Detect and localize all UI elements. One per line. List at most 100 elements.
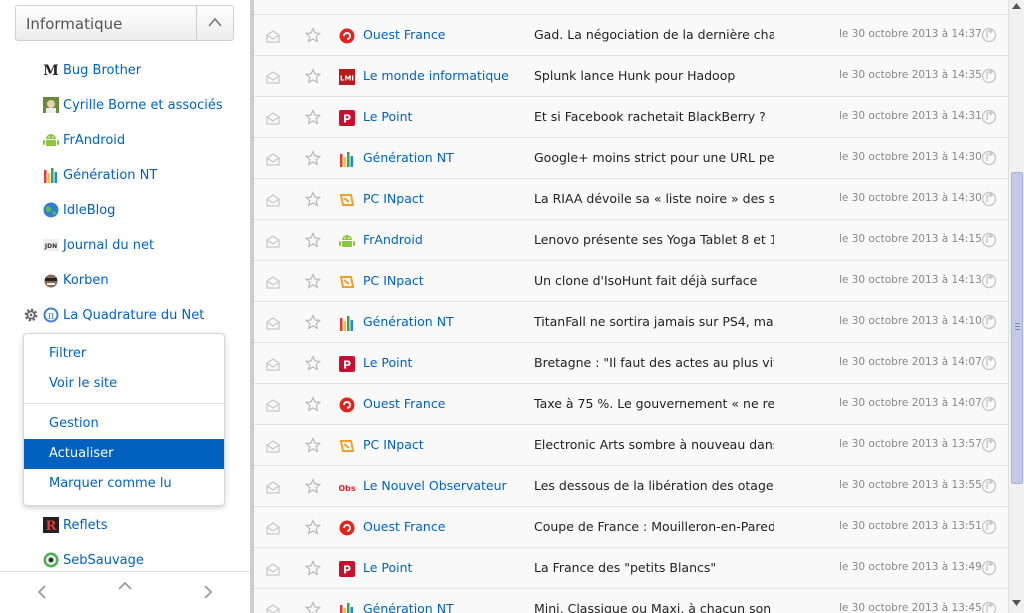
feed-item-sebsauvage[interactable]: SebSauvage [43, 550, 144, 570]
article-row[interactable]: Ouest France Coupe de France : Mouillero… [254, 507, 1008, 548]
category-toggle-button[interactable] [196, 6, 233, 40]
scrollbar[interactable] [1008, 0, 1024, 613]
mark-unread-icon[interactable] [265, 151, 281, 167]
article-row-partial[interactable] [254, 0, 1008, 15]
article-source[interactable]: Le monde informatique [363, 68, 509, 83]
next-button[interactable] [198, 582, 218, 602]
article-row[interactable]: PC INpact La RIAA dévoile sa « liste noi… [254, 179, 1008, 220]
article-row[interactable]: LMI Le monde informatique Splunk lance H… [254, 56, 1008, 97]
article-row[interactable]: PC INpact Electronic Arts sombre à nouve… [254, 425, 1008, 466]
mark-unread-icon[interactable] [265, 438, 281, 454]
feed-item-cyrille-borne[interactable]: Cyrille Borne et associés [43, 95, 223, 115]
article-source[interactable]: Le Point [363, 355, 412, 370]
scroll-thumb[interactable] [1011, 172, 1023, 484]
mark-unread-icon[interactable] [265, 602, 281, 613]
star-icon[interactable] [305, 478, 321, 494]
article-source[interactable]: Génération NT [363, 150, 454, 165]
star-icon[interactable] [305, 68, 321, 84]
mark-unread-icon[interactable] [265, 110, 281, 126]
star-icon[interactable] [305, 560, 321, 576]
feed-item-quadrature[interactable]: π La Quadrature du Net [43, 305, 204, 325]
article-title[interactable]: Mini, Classique ou Maxi, à chacun son s.… [534, 601, 774, 613]
article-title[interactable]: TitanFall ne sortira jamais sur PS4, mai… [534, 314, 774, 329]
share-icon[interactable] [981, 314, 997, 330]
share-icon[interactable] [981, 273, 997, 289]
article-source[interactable]: PC INpact [363, 437, 424, 452]
article-source[interactable]: Ouest France [363, 27, 445, 42]
article-title[interactable]: Google+ moins strict pour une URL pers..… [534, 150, 774, 165]
article-title[interactable]: Splunk lance Hunk pour Hadoop [534, 68, 774, 83]
mark-unread-icon[interactable] [265, 561, 281, 577]
article-source[interactable]: Ouest France [363, 519, 445, 534]
article-title[interactable]: Taxe à 75 %. Le gouvernement « ne revi..… [534, 396, 774, 411]
article-row[interactable]: Ouest France Gad. La négociation de la d… [254, 15, 1008, 56]
article-row[interactable]: P Le Point Et si Facebook rachetait Blac… [254, 97, 1008, 138]
share-icon[interactable] [981, 601, 997, 613]
mark-unread-icon[interactable] [265, 274, 281, 290]
share-icon[interactable] [981, 437, 997, 453]
feed-item-bug-brother[interactable]: M Bug Brother [43, 60, 141, 80]
mark-unread-icon[interactable] [265, 479, 281, 495]
mark-unread-icon[interactable] [265, 397, 281, 413]
menu-item-view-site[interactable]: Voir le site [24, 369, 224, 399]
star-icon[interactable] [305, 601, 321, 613]
article-row[interactable]: P Le Point Bretagne : "Il faut des actes… [254, 343, 1008, 384]
star-icon[interactable] [305, 109, 321, 125]
share-icon[interactable] [981, 232, 997, 248]
article-source[interactable]: FrAndroid [363, 232, 423, 247]
article-row[interactable]: FrAndroid Lenovo présente ses Yoga Table… [254, 220, 1008, 261]
share-icon[interactable] [981, 355, 997, 371]
share-icon[interactable] [981, 191, 997, 207]
menu-item-filter[interactable]: Filtrer [24, 339, 224, 369]
article-title[interactable]: Lenovo présente ses Yoga Tablet 8 et 10 … [534, 232, 774, 247]
mark-unread-icon[interactable] [265, 69, 281, 85]
feed-item-generation-nt[interactable]: Génération NT [43, 165, 157, 185]
menu-item-mark-read[interactable]: Marquer comme lu [24, 469, 224, 499]
star-icon[interactable] [305, 314, 321, 330]
article-row[interactable]: Obs Le Nouvel Observateur Les dessous de… [254, 466, 1008, 507]
article-source[interactable]: Le Nouvel Observateur [363, 478, 507, 493]
category-selector[interactable]: Informatique [15, 5, 234, 41]
article-source[interactable]: Le Point [363, 109, 412, 124]
feed-item-reflets[interactable]: R Reflets [43, 515, 108, 535]
article-title[interactable]: La France des "petits Blancs" [534, 560, 774, 575]
mark-unread-icon[interactable] [265, 315, 281, 331]
star-icon[interactable] [305, 191, 321, 207]
article-source[interactable]: Ouest France [363, 396, 445, 411]
article-title[interactable]: Coupe de France : Mouilleron-en-Pareds .… [534, 519, 774, 534]
share-icon[interactable] [981, 27, 997, 43]
feed-item-korben[interactable]: Korben [43, 270, 109, 290]
article-title[interactable]: Et si Facebook rachetait BlackBerry ? [534, 109, 774, 124]
article-title[interactable]: Gad. La négociation de la dernière chan.… [534, 27, 774, 42]
star-icon[interactable] [305, 519, 321, 535]
share-icon[interactable] [981, 478, 997, 494]
star-icon[interactable] [305, 273, 321, 289]
mark-unread-icon[interactable] [265, 520, 281, 536]
article-source[interactable]: PC INpact [363, 191, 424, 206]
article-row[interactable]: Génération NT Google+ moins strict pour … [254, 138, 1008, 179]
menu-item-refresh[interactable]: Actualiser [24, 439, 224, 469]
star-icon[interactable] [305, 437, 321, 453]
article-title[interactable]: Electronic Arts sombre à nouveau dans l.… [534, 437, 774, 452]
star-icon[interactable] [305, 150, 321, 166]
article-row[interactable]: Génération NT Mini, Classique ou Maxi, à… [254, 589, 1008, 613]
article-row[interactable]: Génération NT TitanFall ne sortira jamai… [254, 302, 1008, 343]
scroll-up-arrow-icon[interactable] [1012, 2, 1021, 9]
feed-item-journal-du-net[interactable]: JDN Journal du net [43, 235, 154, 255]
share-icon[interactable] [981, 109, 997, 125]
mark-unread-icon[interactable] [265, 28, 281, 44]
feed-item-idleblog[interactable]: IdleBlog [43, 200, 115, 220]
share-icon[interactable] [981, 519, 997, 535]
article-title[interactable]: Un clone d'IsoHunt fait déjà surface [534, 273, 774, 288]
article-title[interactable]: Les dessous de la libération des otages … [534, 478, 774, 493]
star-icon[interactable] [305, 27, 321, 43]
gear-icon[interactable] [23, 307, 39, 323]
mark-unread-icon[interactable] [265, 233, 281, 249]
mark-unread-icon[interactable] [265, 192, 281, 208]
feed-item-frandroid[interactable]: FrAndroid [43, 130, 125, 150]
mark-unread-icon[interactable] [265, 356, 281, 372]
article-row[interactable]: P Le Point La France des "petits Blancs"… [254, 548, 1008, 589]
article-row[interactable]: PC INpact Un clone d'IsoHunt fait déjà s… [254, 261, 1008, 302]
article-source[interactable]: Le Point [363, 560, 412, 575]
share-icon[interactable] [981, 68, 997, 84]
